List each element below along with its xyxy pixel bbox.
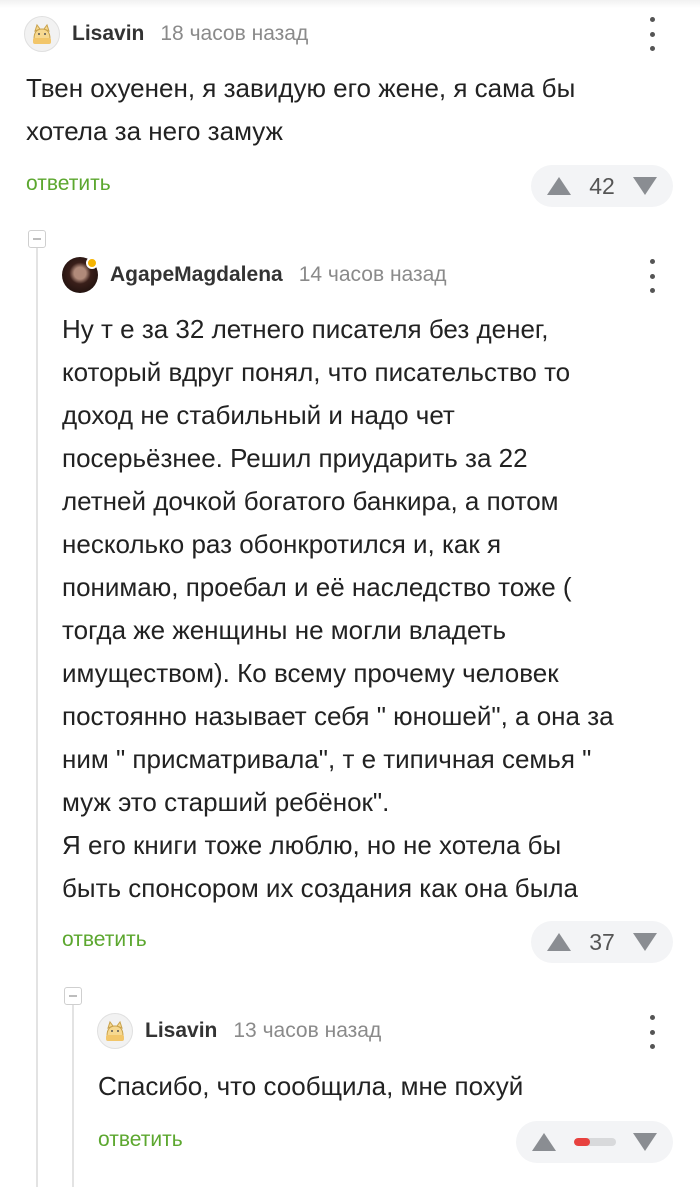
reply-button[interactable]: ответить [62,928,147,952]
rating-count: 42 [589,172,615,199]
arrow-down-icon[interactable] [633,1133,657,1151]
timestamp: 14 часов назад [298,263,447,286]
collapse-minus-icon[interactable] [28,230,46,248]
more-vertical-icon[interactable] [642,17,662,51]
cat-avatar-icon[interactable] [24,16,60,52]
online-indicator [86,257,98,269]
comment-text: Ну т е за 32 летнего писателя без денег,… [62,314,614,903]
comment-header: Lisavin 18 часов назад [24,16,308,52]
comment-text: Твен охуенен, я завидую его жене, я сама… [26,73,576,146]
rating-bar-fill [573,1138,591,1146]
thread-line [36,248,38,1187]
arrow-down-icon[interactable] [633,933,657,951]
vote-control: 42 [531,165,673,207]
cat-avatar-graphic [33,23,51,44]
username[interactable]: Lisavin [72,22,144,46]
cat-avatar-graphic [106,1020,124,1041]
more-vertical-icon[interactable] [642,1015,662,1049]
more-vertical-icon[interactable] [642,259,662,293]
arrow-down-icon[interactable] [633,177,657,195]
vote-control: 37 [531,921,673,963]
arrow-up-icon[interactable] [547,177,571,195]
top-edge [0,0,700,8]
timestamp: 13 часов назад [233,1019,382,1042]
rating-count: 37 [589,928,615,955]
woman-avatar-icon[interactable] [62,257,98,293]
arrow-up-icon[interactable] [532,1133,556,1151]
collapse-minus-icon[interactable] [64,987,82,1005]
comment-header: Lisavin 13 часов назад [97,1013,381,1049]
rating-bar [573,1138,616,1146]
cat-avatar-icon[interactable] [97,1013,133,1049]
thread-line [72,1005,74,1187]
comment-header: AgapeMagdalena 14 часов назад [62,257,447,293]
reply-button[interactable]: ответить [26,172,111,196]
username[interactable]: Lisavin [145,1019,217,1043]
reply-button[interactable]: ответить [98,1128,183,1152]
arrow-up-icon[interactable] [547,933,571,951]
timestamp: 18 часов назад [160,22,309,45]
username[interactable]: AgapeMagdalena [110,263,283,287]
comment-text: Спасибо, что сообщила, мне похуй [98,1071,524,1101]
vote-control [516,1121,673,1163]
